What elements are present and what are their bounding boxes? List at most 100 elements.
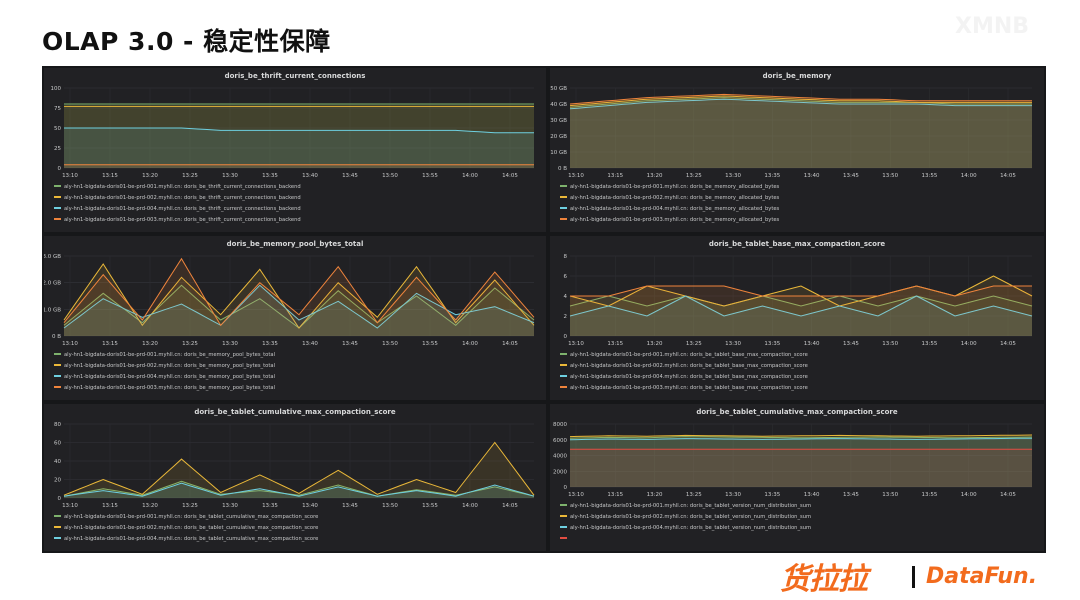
x-tick-label: 13:45	[342, 503, 358, 509]
y-tick-label: 75	[54, 106, 61, 112]
x-tick-label: 13:25	[182, 341, 198, 347]
y-tick-label: 8	[564, 254, 568, 260]
x-tick-label: 13:10	[62, 173, 78, 179]
x-tick-label: 14:05	[502, 341, 518, 347]
x-tick-label: 13:20	[142, 503, 158, 509]
x-tick-label: 13:30	[222, 173, 238, 179]
panel-version-num[interactable]: doris_be_tablet_cumulative_max_compactio…	[550, 404, 1044, 551]
legend-swatch	[54, 353, 61, 355]
x-tick-label: 13:10	[568, 173, 584, 179]
page-title: OLAP 3.0 - 稳定性保障	[42, 27, 331, 56]
y-tick-label: 0	[58, 496, 62, 502]
y-tick-label: 80	[54, 422, 61, 428]
x-tick-label: 13:45	[843, 492, 859, 498]
y-tick-label: 1.0 GB	[44, 307, 61, 313]
legend-swatch	[560, 515, 567, 517]
legend-label: aly-hn1-bigdata-doris01-be-prd-002.myhll…	[570, 195, 780, 201]
x-tick-label: 13:15	[607, 492, 623, 498]
panel-cumulative-compaction[interactable]: doris_be_tablet_cumulative_max_compactio…	[44, 404, 546, 551]
chart-svg: doris_be_tablet_cumulative_max_compactio…	[54, 408, 535, 542]
legend-label: aly-hn1-bigdata-doris01-be-prd-002.myhll…	[64, 195, 301, 201]
datafun-logo: DataFun.	[926, 563, 1038, 589]
legend-swatch	[560, 504, 567, 506]
legend-label: aly-hn1-bigdata-doris01-be-prd-002.myhll…	[64, 525, 318, 531]
y-tick-label: 2000	[553, 469, 567, 475]
chart-title: doris_be_thrift_current_connections	[225, 72, 366, 80]
y-tick-label: 6000	[553, 438, 567, 444]
legend-swatch	[54, 364, 61, 366]
legend-swatch	[560, 386, 567, 388]
y-tick-label: 0 B	[52, 334, 61, 340]
x-tick-label: 14:05	[502, 173, 518, 179]
x-tick-label: 13:35	[764, 341, 780, 347]
legend-swatch	[54, 515, 61, 517]
x-tick-label: 14:00	[462, 341, 478, 347]
x-tick-label: 13:45	[342, 341, 358, 347]
x-tick-label: 13:10	[568, 341, 584, 347]
y-tick-label: 4000	[553, 454, 567, 460]
y-tick-label: 50 GB	[550, 86, 567, 92]
x-tick-label: 13:25	[182, 173, 198, 179]
x-tick-label: 14:00	[961, 492, 977, 498]
y-tick-label: 0	[58, 166, 62, 172]
legend-swatch	[54, 218, 61, 220]
legend-swatch	[560, 196, 567, 198]
logo-separator	[912, 566, 915, 588]
legend-label: aly-hn1-bigdata-doris01-be-prd-004.myhll…	[64, 206, 301, 212]
chart-svg: doris_be_tablet_base_max_compaction_scor…	[560, 240, 1033, 391]
series-area	[64, 128, 534, 168]
x-tick-label: 13:25	[686, 173, 702, 179]
panel-memory[interactable]: doris_be_memory 0 B 10 GB 20 GB 30 GB 40 GB 50…	[550, 68, 1044, 232]
x-tick-label: 13:40	[804, 173, 820, 179]
x-tick-label: 13:45	[843, 341, 859, 347]
legend-label: aly-hn1-bigdata-doris01-be-prd-003.myhll…	[570, 217, 780, 223]
x-tick-label: 13:15	[102, 341, 118, 347]
legend-swatch	[560, 364, 567, 366]
legend-label: aly-hn1-bigdata-doris01-be-prd-001.myhll…	[64, 514, 318, 520]
legend-label: aly-hn1-bigdata-doris01-be-prd-002.myhll…	[64, 363, 275, 369]
legend-swatch	[560, 537, 567, 539]
legend-label: aly-hn1-bigdata-doris01-be-prd-001.myhll…	[64, 352, 275, 358]
panel-base-compaction[interactable]: doris_be_tablet_base_max_compaction_scor…	[550, 236, 1044, 400]
panel-memory-pool[interactable]: doris_be_memory_pool_bytes_total 0 B 1.0 G…	[44, 236, 546, 400]
y-tick-label: 60	[54, 441, 61, 447]
y-tick-label: 20	[54, 478, 61, 484]
grafana-dashboard: doris_be_thrift_current_connections 0 25 50…	[42, 66, 1046, 553]
x-tick-label: 14:05	[502, 503, 518, 509]
chart-title: doris_be_memory_pool_bytes_total	[227, 240, 364, 248]
chart-svg: doris_be_memory 0 B 10 GB 20 GB 30 GB 40 GB 50…	[550, 72, 1032, 223]
x-tick-label: 13:40	[804, 492, 820, 498]
x-tick-label: 13:50	[382, 173, 398, 179]
x-tick-label: 13:30	[725, 341, 741, 347]
x-tick-label: 13:50	[382, 341, 398, 347]
legend-label: aly-hn1-bigdata-doris01-be-prd-002.myhll…	[570, 514, 811, 520]
y-tick-label: 40	[54, 459, 61, 465]
x-tick-label: 13:40	[302, 503, 318, 509]
x-tick-label: 13:50	[382, 503, 398, 509]
x-tick-label: 14:05	[1000, 492, 1016, 498]
x-tick-label: 13:25	[686, 492, 702, 498]
y-tick-label: 3.0 GB	[44, 254, 61, 260]
x-tick-label: 13:35	[262, 341, 278, 347]
chart-title: doris_be_tablet_base_max_compaction_scor…	[709, 240, 886, 248]
series-area	[570, 94, 1032, 168]
x-tick-label: 13:50	[882, 341, 898, 347]
y-tick-label: 0 B	[558, 166, 567, 172]
y-tick-label: 40 GB	[550, 102, 567, 108]
x-tick-label: 13:20	[142, 173, 158, 179]
x-tick-label: 14:05	[1000, 173, 1016, 179]
x-tick-label: 13:20	[647, 341, 663, 347]
legend-label: aly-hn1-bigdata-doris01-be-prd-001.myhll…	[64, 184, 301, 190]
legend-label: aly-hn1-bigdata-doris01-be-prd-004.myhll…	[64, 374, 275, 380]
legend-label: aly-hn1-bigdata-doris01-be-prd-003.myhll…	[64, 217, 301, 223]
x-tick-label: 13:35	[262, 503, 278, 509]
x-tick-label: 13:15	[607, 341, 623, 347]
legend-label: aly-hn1-bigdata-doris01-be-prd-002.myhll…	[570, 363, 808, 369]
x-tick-label: 13:50	[882, 492, 898, 498]
x-tick-label: 13:25	[686, 341, 702, 347]
panel-thrift-connections[interactable]: doris_be_thrift_current_connections 0 25 50…	[44, 68, 546, 232]
x-tick-label: 14:00	[462, 503, 478, 509]
legend-swatch	[54, 185, 61, 187]
x-tick-label: 14:00	[961, 173, 977, 179]
x-tick-label: 13:50	[882, 173, 898, 179]
